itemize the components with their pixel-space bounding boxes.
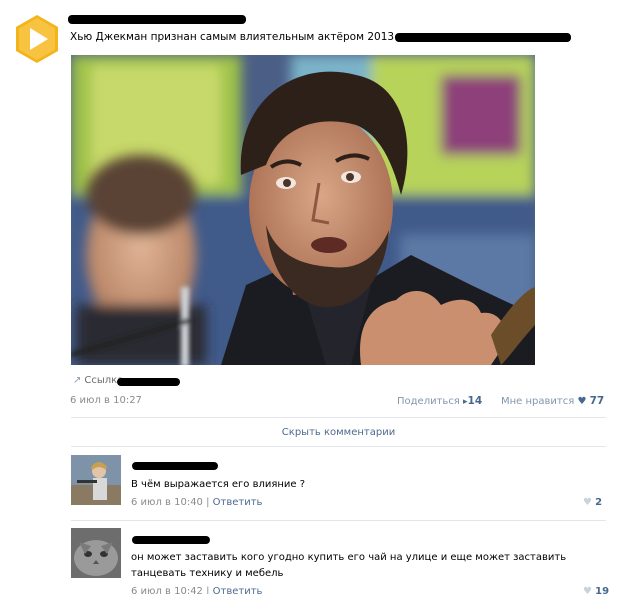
like-button[interactable]: Мне нравится ♥ 77 xyxy=(501,395,604,407)
heart-icon: ♥ xyxy=(577,396,587,407)
commenter-name-redacted[interactable] xyxy=(132,462,218,470)
comment-like-button[interactable]: ♥ 2 xyxy=(583,497,602,508)
comment-meta: 6 июл в 10:40 | Ответить xyxy=(131,497,263,508)
heart-icon: ♥ xyxy=(583,497,592,508)
post-text-content: Хью Джекман признан самым влиятельным ак… xyxy=(70,31,427,43)
comment-like-count: 2 xyxy=(595,497,603,508)
hide-comments-label[interactable]: Скрыть комментарии xyxy=(282,427,395,438)
comment-text-content: В чём выражается его влияние ? xyxy=(131,479,306,490)
wall-post: Хью Джекман признан самым влиятельным ак… xyxy=(0,0,627,594)
photo-image xyxy=(71,55,535,365)
comment-meta: 6 июл в 10:42 | Ответить xyxy=(131,586,262,594)
comment-avatar-image xyxy=(71,528,121,578)
reply-button[interactable]: Ответить xyxy=(213,497,263,508)
comment-like-count: 19 xyxy=(595,586,610,594)
share-label: Поделиться xyxy=(397,396,460,407)
avatar[interactable] xyxy=(71,528,121,578)
author-name-redacted[interactable] xyxy=(68,15,246,24)
like-label: Мне нравится xyxy=(501,396,575,407)
avatar[interactable] xyxy=(71,455,121,505)
share-button[interactable]: Поделиться ▸14 xyxy=(397,395,482,407)
post-link-redacted[interactable] xyxy=(395,33,571,42)
commenter-name-redacted[interactable] xyxy=(132,536,210,544)
comment-text: В чём выражается его влияние ? xyxy=(131,477,606,493)
divider xyxy=(71,520,606,521)
reply-button[interactable]: Ответить xyxy=(213,586,263,594)
comment-text-content: он может заставить кого угодно купить ег… xyxy=(131,552,567,579)
group-avatar[interactable] xyxy=(12,14,62,64)
like-count: 77 xyxy=(589,395,605,407)
hide-comments-link[interactable]: Скрыть комментарии xyxy=(71,427,606,438)
heart-icon: ♥ xyxy=(583,586,592,594)
comment-avatar-image xyxy=(71,455,121,505)
divider xyxy=(71,446,606,447)
post-text: Хью Джекман признан самым влиятельным ак… xyxy=(70,31,427,43)
comment-time[interactable]: 6 июл в 10:42 xyxy=(131,586,203,594)
comment-text: он может заставить кого угодно купить ег… xyxy=(131,550,606,582)
comment-time[interactable]: 6 июл в 10:40 xyxy=(131,497,203,508)
comment-like-button[interactable]: ♥ 19 xyxy=(583,586,609,594)
link-row[interactable]: ↗ Ссылка xyxy=(73,375,123,386)
play-icon xyxy=(16,15,58,63)
post-date[interactable]: 6 июл в 10:27 xyxy=(70,395,142,406)
post-photo[interactable] xyxy=(71,55,535,365)
share-count: 14 xyxy=(467,395,483,407)
divider xyxy=(71,417,606,418)
link-arrow-icon: ↗ xyxy=(73,375,82,386)
link-url-redacted[interactable] xyxy=(117,378,180,386)
